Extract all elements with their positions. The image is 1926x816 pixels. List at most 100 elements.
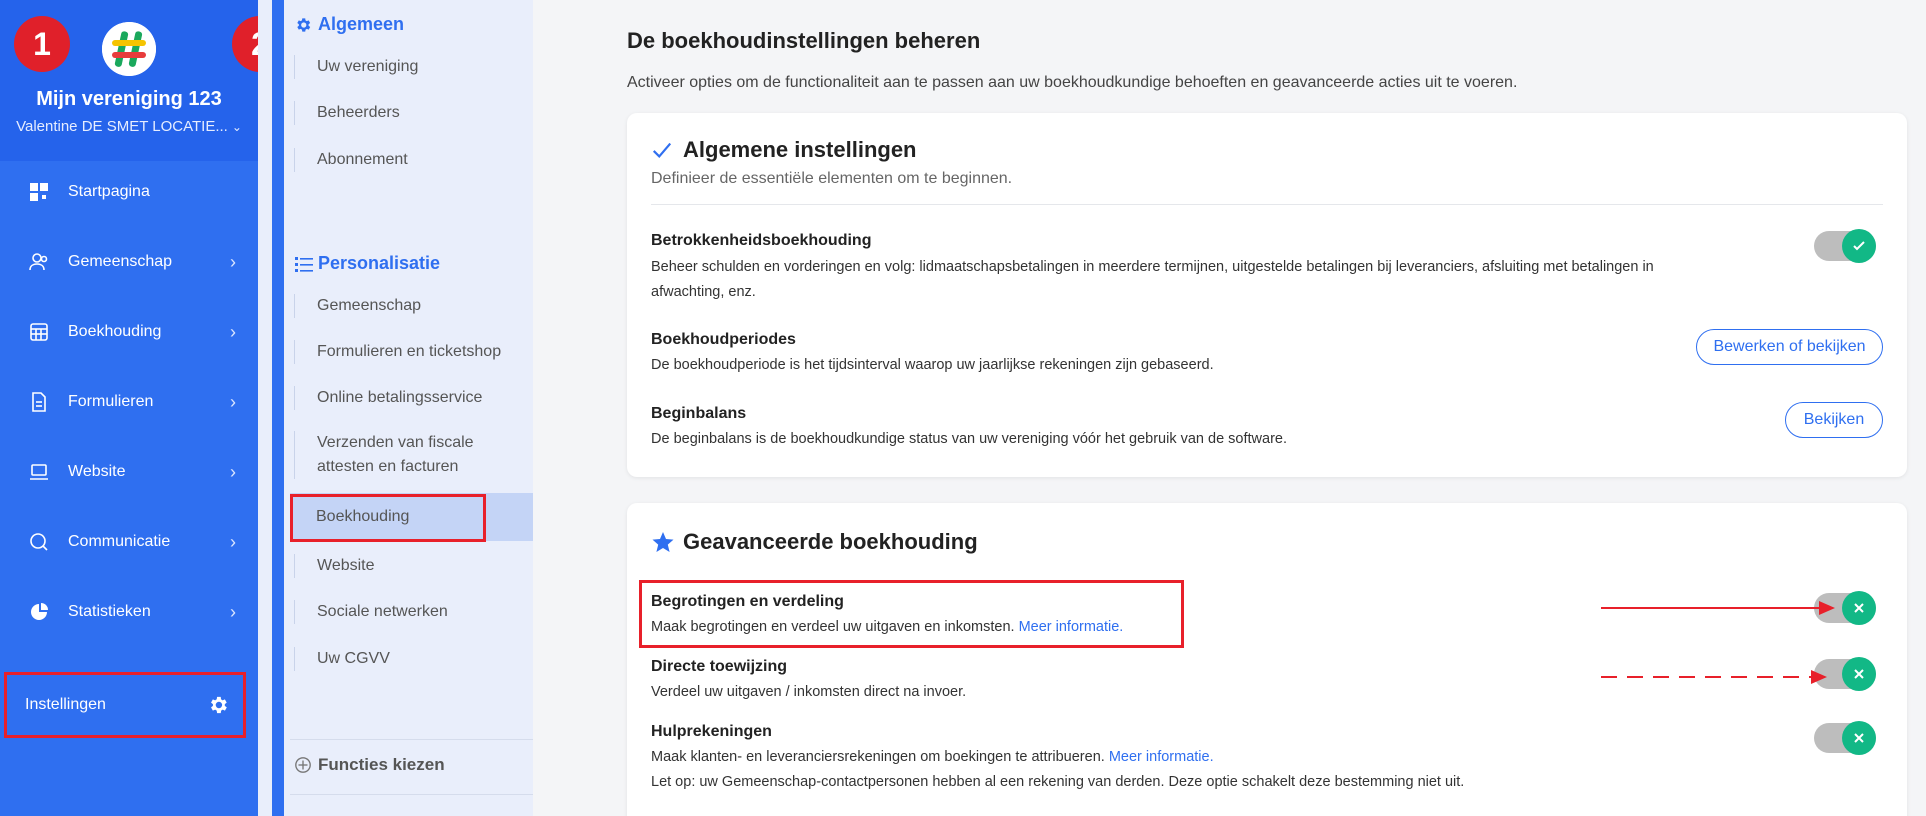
nav-label: Website xyxy=(68,463,126,480)
toggle-knob xyxy=(1842,721,1876,755)
dashboard-icon xyxy=(28,181,50,203)
subnav-item-abonnement[interactable]: Abonnement xyxy=(294,148,522,172)
nav-label: Formulieren xyxy=(68,393,154,410)
setting-desc: De beginbalans is de boekhoudkundige sta… xyxy=(651,431,1287,447)
nav-label: Boekhouding xyxy=(68,323,162,340)
main-sidebar: Mijn vereniging 123 Valentine DE SMET LO… xyxy=(0,0,258,816)
section-title-personalisatie: Personalisatie xyxy=(294,253,440,274)
user-selector[interactable]: Valentine DE SMET LOCATIE... ⌄ xyxy=(0,118,258,135)
card-divider xyxy=(651,204,1883,205)
card-title: Algemene instellingen xyxy=(651,137,917,163)
subnav-item-formulieren[interactable]: Formulieren en ticketshop xyxy=(294,340,522,364)
annotation-badge-1: 1 xyxy=(14,16,70,72)
plus-circle-icon xyxy=(294,755,314,775)
chevron-right-icon: › xyxy=(230,321,236,342)
page-description: Activeer opties om de functionaliteit aa… xyxy=(627,74,1518,91)
functies-kiezen-label: Functies kiezen xyxy=(318,755,445,774)
toggle-knob xyxy=(1842,591,1876,625)
setting-desc-text: Maak klanten- en leveranciersrekeningen … xyxy=(651,749,1105,765)
subnav-item-website[interactable]: Website xyxy=(294,554,522,578)
document-icon xyxy=(28,391,50,413)
setting-desc: Maak klanten- en leveranciersrekeningen … xyxy=(651,745,1681,770)
nav-item-statistieken[interactable]: Statistieken › xyxy=(0,583,258,641)
nav-label: Statistieken xyxy=(68,603,151,620)
page-title: De boekhoudinstellingen beheren xyxy=(627,28,981,53)
nav-item-instellingen[interactable]: Instellingen xyxy=(4,672,246,738)
subnav-item-beheerders[interactable]: Beheerders xyxy=(294,101,522,125)
card-title-text: Geavanceerde boekhouding xyxy=(683,529,978,554)
check-icon xyxy=(1853,241,1865,251)
setting-desc: De boekhoudperiode is het tijdsinterval … xyxy=(651,357,1214,373)
bekijken-button[interactable]: Bekijken xyxy=(1785,402,1883,438)
user-name: Valentine DE SMET LOCATIE... xyxy=(16,118,228,135)
subnav-divider xyxy=(290,794,533,795)
close-icon xyxy=(1854,669,1864,679)
gear-icon xyxy=(211,696,227,714)
subnav-item-sociale-netwerken[interactable]: Sociale netwerken xyxy=(294,600,522,624)
subnav-edge xyxy=(272,0,284,816)
nav-label: Communicatie xyxy=(68,533,171,550)
card-subtitle: Definieer de essentiële elementen om te … xyxy=(651,170,1013,187)
close-icon xyxy=(1854,603,1864,613)
bewerken-of-bekijken-button[interactable]: Bewerken of bekijken xyxy=(1696,329,1883,365)
community-icon xyxy=(28,251,50,273)
nav-label: Gemeenschap xyxy=(68,253,173,270)
list-icon xyxy=(294,254,314,274)
subnav-item-uw-vereniging[interactable]: Uw vereniging xyxy=(294,55,522,79)
annotation-highlight-boekhouding xyxy=(290,494,486,542)
subnav-item-fiscale-attesten[interactable]: Verzenden van fiscale attesten en factur… xyxy=(294,431,494,479)
chevron-right-icon: › xyxy=(230,531,236,552)
checkmark-icon xyxy=(651,138,675,162)
setting-title-beginbalans: Beginbalans xyxy=(651,405,747,422)
nav-item-communicatie[interactable]: Communicatie › xyxy=(0,513,258,571)
annotation-arrow xyxy=(1601,601,1835,615)
toggle-hulprekeningen[interactable] xyxy=(1814,721,1876,755)
setting-note: Let op: uw Gemeenschap-contactpersonen h… xyxy=(651,774,1465,790)
org-logo[interactable] xyxy=(102,22,156,76)
card-title: Geavanceerde boekhouding xyxy=(651,529,978,555)
chat-icon xyxy=(28,531,50,553)
chevron-right-icon: › xyxy=(230,601,236,622)
nav-item-startpagina[interactable]: Startpagina xyxy=(0,163,258,221)
chevron-right-icon: › xyxy=(230,391,236,412)
toggle-knob xyxy=(1842,657,1876,691)
nav-item-formulieren[interactable]: Formulieren › xyxy=(0,373,258,431)
toggle-knob xyxy=(1842,229,1876,263)
annotation-highlight-begrotingen xyxy=(639,580,1184,648)
card-geavanceerde-boekhouding: Geavanceerde boekhouding Begrotingen en … xyxy=(627,503,1907,816)
gear-icon xyxy=(294,15,314,35)
nav-item-gemeenschap[interactable]: Gemeenschap › xyxy=(0,233,258,291)
subnav-divider xyxy=(290,739,533,740)
chevron-down-icon: ⌄ xyxy=(231,120,242,134)
calculator-icon xyxy=(28,321,50,343)
chevron-right-icon: › xyxy=(230,251,236,272)
setting-desc: Verdeel uw uitgaven / inkomsten direct n… xyxy=(651,684,967,700)
setting-desc: Beheer schulden en vorderingen en volg: … xyxy=(651,259,1654,300)
subnav-item-uw-cgvv[interactable]: Uw CGVV xyxy=(294,647,522,671)
nav-item-boekhouding[interactable]: Boekhouding › xyxy=(0,303,258,361)
settings-subnav: Algemeen Uw vereniging Beheerders Abonne… xyxy=(258,0,533,816)
star-icon xyxy=(651,530,675,554)
section-title-text: Personalisatie xyxy=(318,253,441,273)
section-title-algemeen: Algemeen xyxy=(294,14,404,35)
subnav-item-online-betalingsservice[interactable]: Online betalingsservice xyxy=(294,386,522,410)
meer-informatie-link[interactable]: Meer informatie. xyxy=(1109,749,1214,765)
section-title-text: Algemeen xyxy=(318,14,405,34)
setting-title-directe-toewijzing: Directe toewijzing xyxy=(651,658,788,675)
functies-kiezen-link[interactable]: Functies kiezen xyxy=(294,755,445,775)
annotation-arrow-dashed xyxy=(1601,670,1827,684)
subnav-item-gemeenschap[interactable]: Gemeenschap xyxy=(294,294,522,318)
chevron-right-icon: › xyxy=(230,461,236,482)
org-name: Mijn vereniging 123 xyxy=(36,88,222,110)
card-algemene-instellingen: Algemene instellingen Definieer de essen… xyxy=(627,113,1907,477)
nav-label: Instellingen xyxy=(25,696,106,713)
nav-item-website[interactable]: Website › xyxy=(0,443,258,501)
setting-title-hulprekeningen: Hulprekeningen xyxy=(651,723,772,740)
nav-label: Startpagina xyxy=(68,183,150,200)
card-title-text: Algemene instellingen xyxy=(683,137,917,162)
toggle-betrokkenheidsboekhouding[interactable] xyxy=(1814,229,1876,263)
setting-title-betrokkenheidsboekhouding: Betrokkenheidsboekhouding xyxy=(651,232,872,249)
close-icon xyxy=(1854,733,1864,743)
main-content: De boekhoudinstellingen beheren Activeer… xyxy=(533,0,1926,816)
pie-chart-icon xyxy=(28,601,50,623)
